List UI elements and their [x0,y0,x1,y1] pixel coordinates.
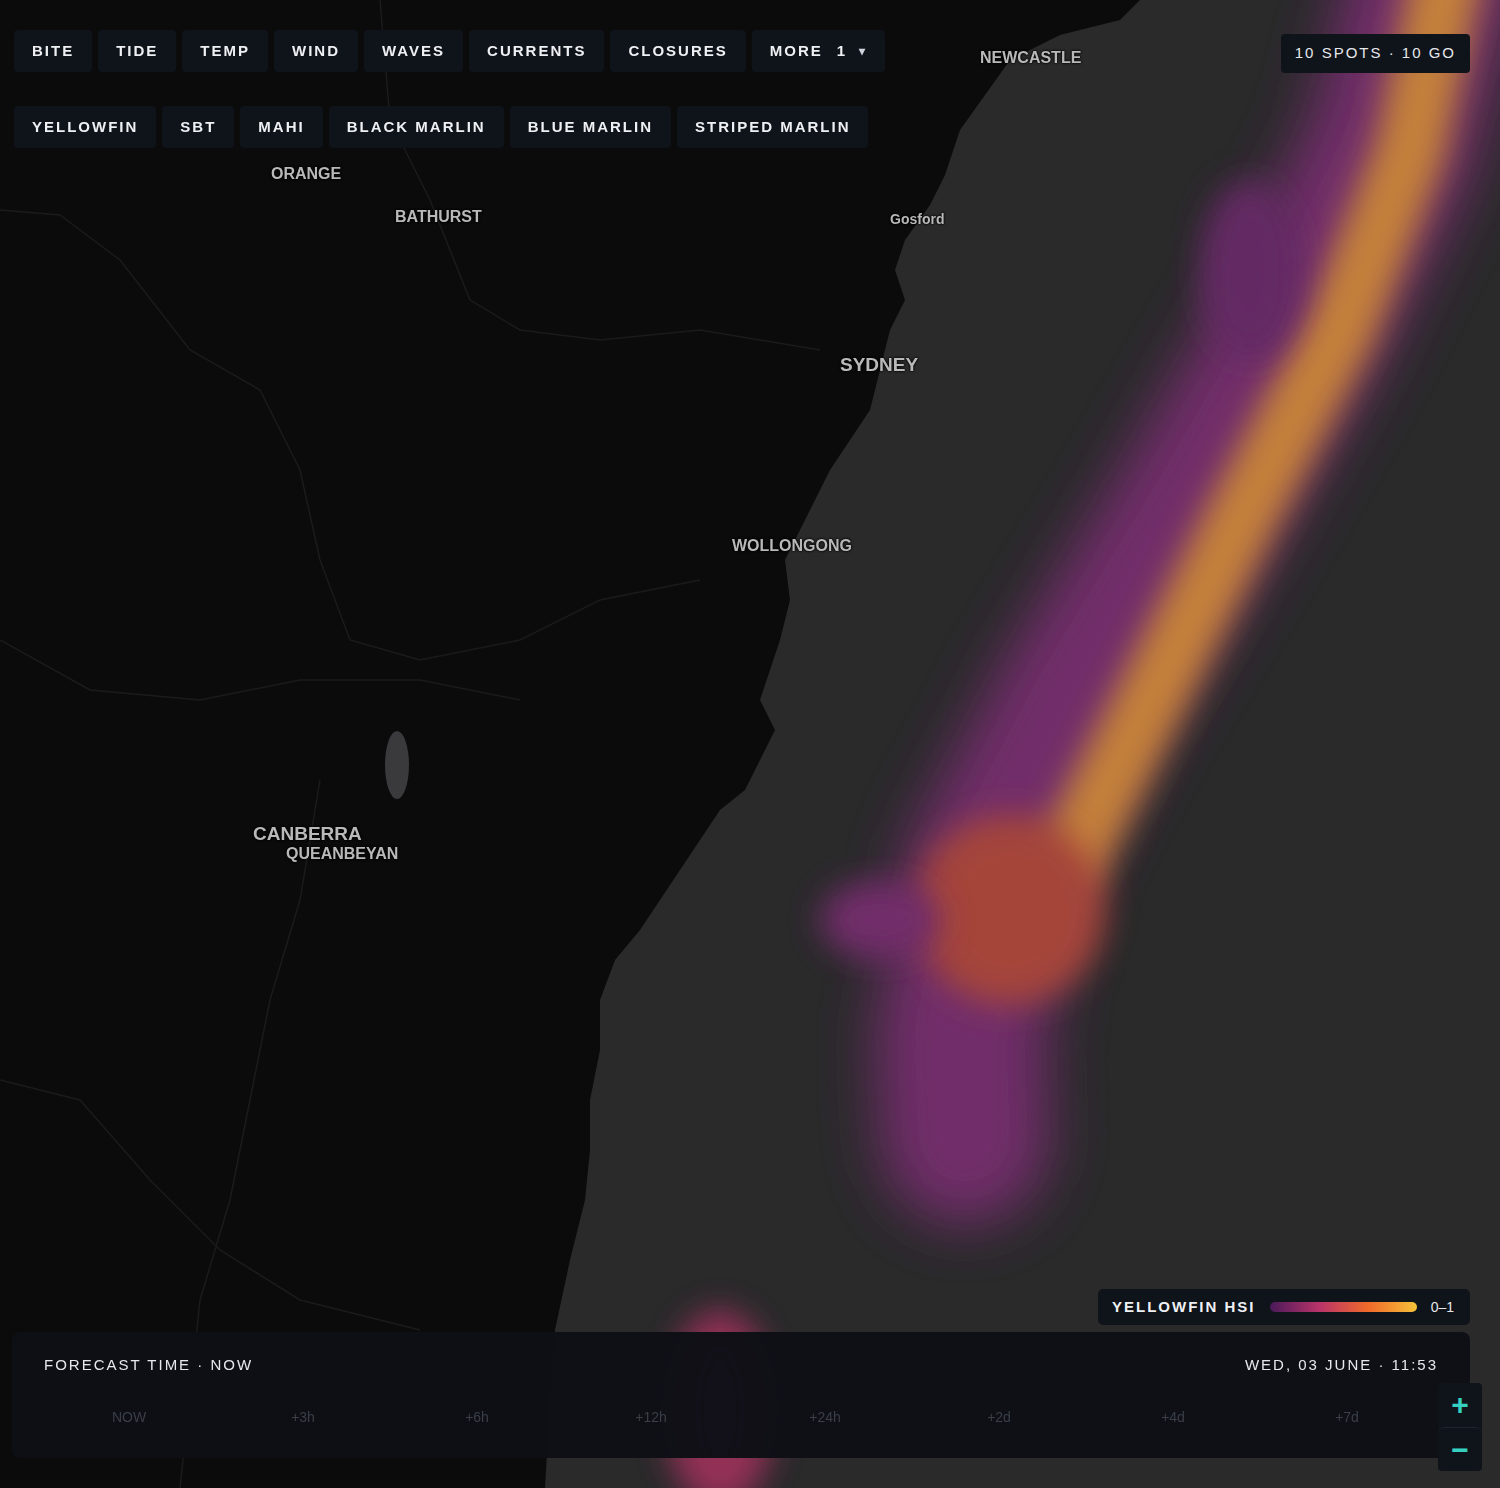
species-button[interactable]: BLUE MARLIN [510,106,671,148]
species-button[interactable]: YELLOWFIN [14,106,156,148]
legend-title: YELLOWFIN HSI [1112,1296,1256,1319]
zoom-in-button[interactable]: + [1438,1383,1482,1427]
layer-button[interactable]: WAVES [364,30,463,72]
hsi-legend: YELLOWFIN HSI 0–1 [1098,1289,1470,1325]
timeline-tick[interactable]: +12h [564,1407,738,1428]
timeline-tick[interactable]: +3h [216,1407,390,1428]
place-label: WOLLONGONG [732,536,852,555]
species-button[interactable]: SBT [162,106,234,148]
timeline-tick[interactable]: +24h [738,1407,912,1428]
map-canvas[interactable] [0,0,1500,1488]
layer-button[interactable]: CLOSURES [610,30,745,72]
timeline-tick[interactable]: +4d [1086,1407,1260,1428]
timeline-tick[interactable]: NOW [42,1407,216,1428]
timeline-ticks: NOW+3h+6h+12h+24h+2d+4d+7d [42,1407,1438,1428]
timeline-tick[interactable]: +2d [912,1407,1086,1428]
layer-button[interactable]: TIDE [98,30,176,72]
forecast-timeline[interactable]: FORECAST TIME · NOW WED, 03 JUNE · 11:53 N… [12,1332,1470,1458]
place-label: BATHURST [395,207,482,226]
place-label: ORANGE [271,164,341,183]
layer-button[interactable]: TEMP [182,30,268,72]
species-button[interactable]: BLACK MARLIN [329,106,504,148]
layer-button[interactable]: WIND [274,30,358,72]
layer-toolbar: BITETIDETEMPWINDWAVESCURRENTSCLOSURESMOR… [14,30,885,72]
place-label: Gosford [890,211,944,228]
more-label: MORE [770,41,823,61]
place-label: QUEANBEYAN [286,844,398,863]
map-app: NEWCASTLE ORANGE BATHURST Gosford SYDNEY WOLL… [0,0,1500,1488]
caret-icon: ▾ [859,41,867,61]
species-button[interactable]: MAHI [240,106,322,148]
timeline-title: FORECAST TIME · NOW [44,1354,253,1377]
zoom-out-button[interactable]: − [1438,1427,1482,1471]
legend-ramp [1270,1302,1417,1312]
timeline-tick[interactable]: +7d [1260,1407,1434,1428]
layer-button[interactable]: BITE [14,30,92,72]
timeline-tick[interactable]: +6h [390,1407,564,1428]
place-label: SYDNEY [840,354,918,377]
legend-range: 0–1 [1431,1297,1454,1318]
spots-badge[interactable]: 10 SPOTS · 10 GO [1281,34,1470,73]
layer-button[interactable]: CURRENTS [469,30,604,72]
species-button[interactable]: STRIPED MARLIN [677,106,869,148]
timeline-header: FORECAST TIME · NOW WED, 03 JUNE · 11:53 [44,1354,1438,1377]
more-button[interactable]: MORE 1 ▾ [752,30,885,72]
more-count: 1 [837,41,847,61]
place-label: NEWCASTLE [980,48,1081,67]
species-toolbar: YELLOWFINSBTMAHIBLACK MARLINBLUE MARLINS… [14,106,868,148]
place-label: CANBERRA [253,823,362,846]
timeline-datetime: WED, 03 JUNE · 11:53 [1245,1354,1438,1377]
zoom-controls: +− [1438,1383,1482,1471]
